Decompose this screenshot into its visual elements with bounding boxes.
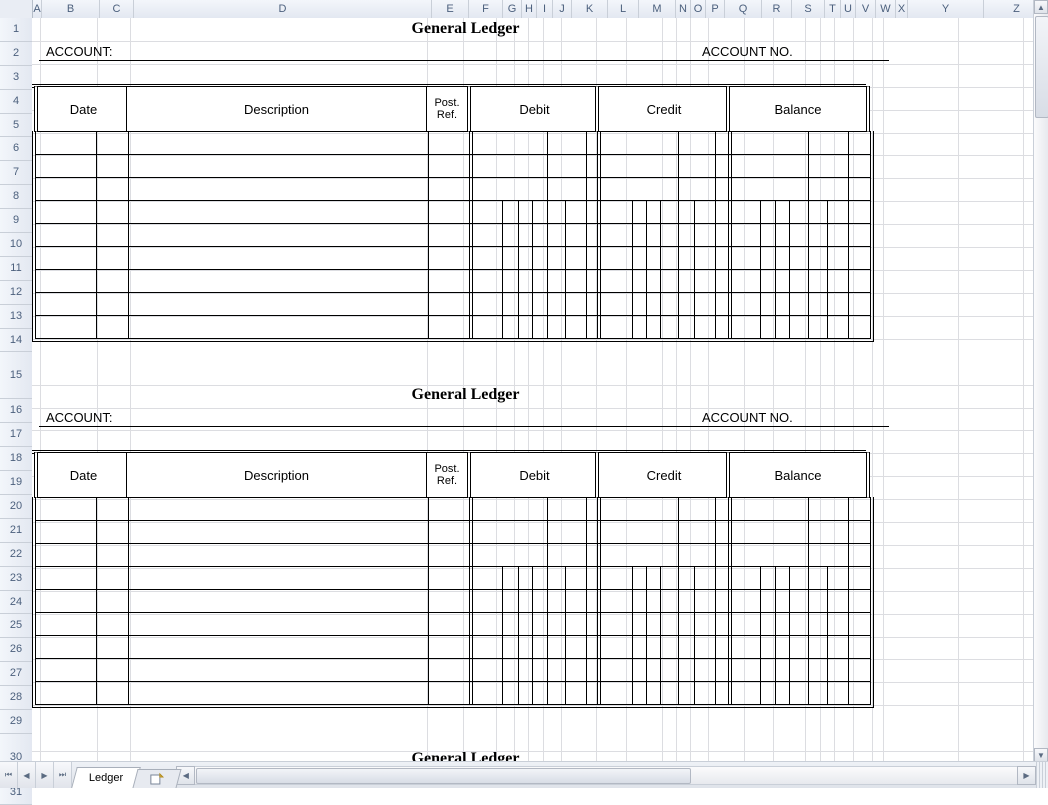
ledger1-hdr-credit: Credit [595,86,730,132]
col-header-F[interactable]: F [469,0,503,18]
ledger2-account-label: ACCOUNT: [46,410,112,425]
col-header-A[interactable]: A [33,0,42,18]
row-header-9[interactable]: 9 [0,209,32,233]
hscroll-thumb[interactable] [196,768,691,784]
col-header-K[interactable]: K [572,0,608,18]
row-header-11[interactable]: 11 [0,257,32,281]
col-header-J[interactable]: J [553,0,572,18]
worksheet-canvas[interactable]: General Ledger ACCOUNT: ACCOUNT NO. Date… [32,18,1034,762]
tab-nav-first[interactable]: ⏮ [0,762,18,788]
col-header-C[interactable]: C [100,0,134,18]
col-header-I[interactable]: I [537,0,553,18]
bottom-bar: ⏮ ◀ ▶ ⏭ Ledger ◀ ▶ [0,761,1048,788]
row-header-26[interactable]: 26 [0,638,32,662]
ledger1-body[interactable] [32,131,874,342]
ledger2-hdr-postref: Post. Ref. [426,452,468,498]
ledger1-hdr-postref: Post. Ref. [426,86,468,132]
ledger1-hdr-debit: Debit [467,86,599,132]
row-header-27[interactable]: 27 [0,662,32,686]
vertical-scrollbar[interactable]: ▲ ▼ [1033,0,1048,762]
ledger1-accountno-label: ACCOUNT NO. [702,44,793,59]
column-headers: ABCDEFGHIJKLMNOPQRSTUVWXYZ [0,0,1034,19]
sheet-tab-ledger[interactable]: Ledger [71,767,141,788]
ledger2-hdr-balance: Balance [726,452,870,498]
ledger1-hdr-description: Description [126,86,427,132]
row-header-15[interactable]: 15 [0,352,32,399]
col-header-X[interactable]: X [896,0,908,18]
row-header-1[interactable]: 1 [0,18,32,42]
row-header-4[interactable]: 4 [0,90,32,114]
row-header-16[interactable]: 16 [0,399,32,423]
row-header-25[interactable]: 25 [0,614,32,638]
tab-nav-next[interactable]: ▶ [36,762,54,788]
scroll-down-button[interactable]: ▼ [1034,748,1048,762]
ledger1-hdr-date: Date [34,86,130,132]
horizontal-scrollbar[interactable]: ◀ ▶ [176,762,1036,788]
row-header-23[interactable]: 23 [0,567,32,591]
tab-nav-prev[interactable]: ◀ [18,762,36,788]
ledger1-account-underline [39,60,889,61]
row-header-8[interactable]: 8 [0,185,32,209]
row-header-20[interactable]: 20 [0,495,32,519]
row-header-5[interactable]: 5 [0,114,32,138]
row-header-24[interactable]: 24 [0,591,32,615]
row-header-22[interactable]: 22 [0,543,32,567]
row-header-7[interactable]: 7 [0,161,32,185]
col-header-Q[interactable]: Q [725,0,762,18]
vscroll-thumb[interactable] [1035,16,1048,118]
ledger2-title: General Ledger [32,386,899,404]
col-header-B[interactable]: B [42,0,100,18]
row-header-28[interactable]: 28 [0,686,32,710]
ledger1-title: General Ledger [32,20,899,38]
row-header-10[interactable]: 10 [0,233,32,257]
tab-nav-last[interactable]: ⏭ [54,762,72,788]
col-header-P[interactable]: P [706,0,725,18]
col-header-V[interactable]: V [856,0,876,18]
row-header-13[interactable]: 13 [0,305,32,329]
col-header-H[interactable]: H [522,0,537,18]
new-sheet-tab[interactable] [133,769,182,788]
ledger1-account-label: ACCOUNT: [46,44,112,59]
row-header-21[interactable]: 21 [0,519,32,543]
ledger2-account-underline [39,426,889,427]
col-header-U[interactable]: U [841,0,856,18]
col-header-G[interactable]: G [503,0,522,18]
row-header-19[interactable]: 19 [0,471,32,495]
row-header-17[interactable]: 17 [0,423,32,447]
col-header-L[interactable]: L [608,0,639,18]
ledger2-hdr-date: Date [34,452,130,498]
select-all-corner[interactable] [0,0,33,18]
col-header-E[interactable]: E [432,0,469,18]
col-header-R[interactable]: R [762,0,792,18]
row-header-3[interactable]: 3 [0,66,32,90]
col-header-W[interactable]: W [876,0,896,18]
col-header-T[interactable]: T [825,0,841,18]
col-header-O[interactable]: O [691,0,706,18]
row-header-14[interactable]: 14 [0,329,32,353]
row-header-2[interactable]: 2 [0,42,32,66]
row-header-12[interactable]: 12 [0,281,32,305]
col-header-M[interactable]: M [639,0,676,18]
col-header-D[interactable]: D [134,0,432,18]
row-header-29[interactable]: 29 [0,710,32,734]
split-handle[interactable] [1036,762,1048,788]
ledger1-hdr-balance: Balance [726,86,870,132]
sheet-tabs: Ledger [72,762,176,788]
scroll-right-button[interactable]: ▶ [1017,766,1036,785]
ledger2-hdr-description: Description [126,452,427,498]
scroll-up-button[interactable]: ▲ [1034,0,1048,14]
ledger2-body[interactable] [32,497,874,708]
col-header-S[interactable]: S [792,0,825,18]
ledger2-accountno-label: ACCOUNT NO. [702,410,793,425]
col-header-N[interactable]: N [676,0,691,18]
row-header-18[interactable]: 18 [0,447,32,471]
ledger2-hdr-credit: Credit [595,452,730,498]
row-header-6[interactable]: 6 [0,137,32,161]
ledger2-hdr-debit: Debit [467,452,599,498]
row-headers: 1234567891011121314151617181920212223242… [0,18,33,762]
col-header-Y[interactable]: Y [908,0,984,18]
new-sheet-icon [150,772,164,786]
